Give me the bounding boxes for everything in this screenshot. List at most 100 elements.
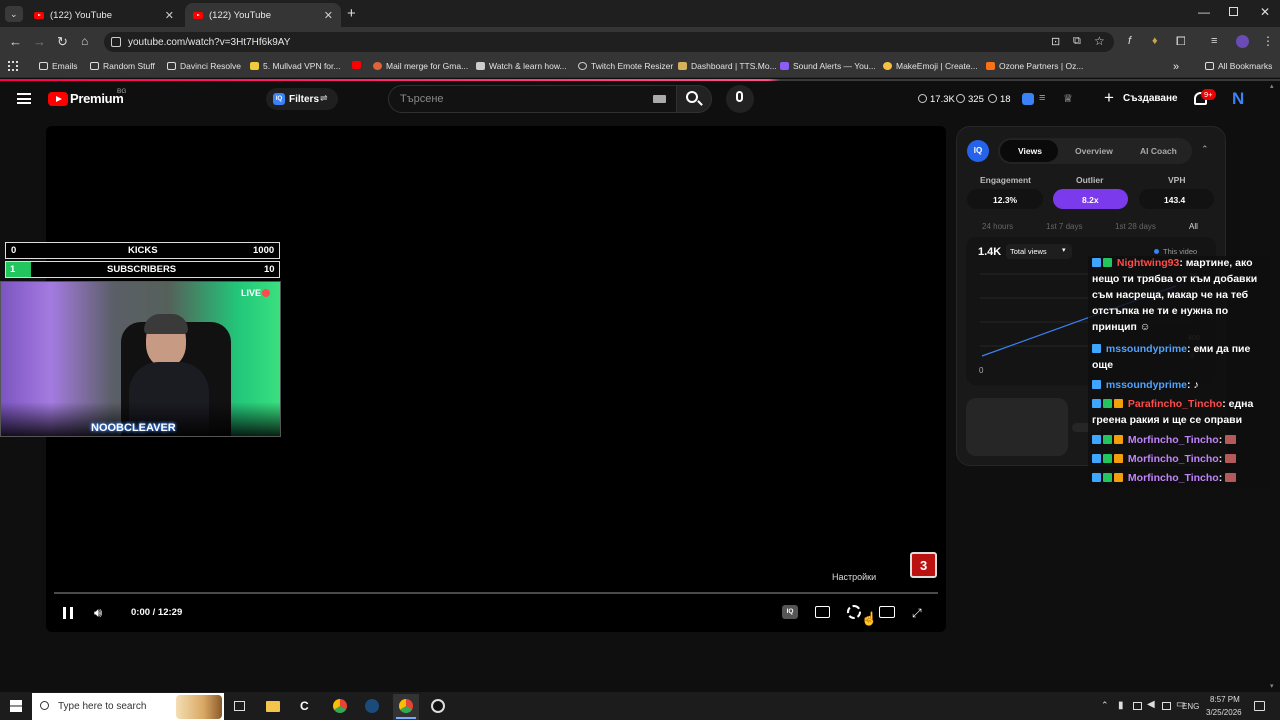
language-indicator[interactable]: ENG — [1182, 702, 1199, 711]
bookmark-emails[interactable]: Emails — [39, 61, 78, 71]
tray-network-icon[interactable] — [1162, 702, 1171, 710]
time-display: 0:00 / 12:29 — [131, 607, 183, 618]
collapse-chevron-icon[interactable]: ⌃ — [1201, 144, 1209, 155]
comments-icon — [988, 94, 997, 103]
windows-start-icon[interactable] — [10, 700, 22, 712]
task-view-icon[interactable] — [234, 701, 245, 711]
tts-icon — [678, 62, 687, 70]
range-24h[interactable]: 24 hours — [982, 222, 1013, 231]
channel-watermark[interactable]: 3 — [910, 552, 937, 578]
iq-player-icon[interactable]: IQ — [782, 605, 798, 619]
menu-icon[interactable]: ⋮ — [1262, 34, 1274, 48]
bookmark-twitch-emote[interactable]: Twitch Emote Resizer — [578, 61, 673, 71]
captions-icon[interactable] — [815, 606, 830, 618]
chrome-profile-icon[interactable] — [333, 699, 347, 713]
extension-fx-icon[interactable]: f — [1128, 35, 1131, 47]
tray-mic-icon[interactable]: ▮ — [1118, 700, 1124, 711]
close-tab-icon[interactable]: ✕ — [165, 9, 174, 22]
new-tab-button[interactable]: + — [347, 5, 356, 22]
pause-icon[interactable] — [63, 607, 73, 619]
back-icon[interactable]: ← — [9, 34, 22, 49]
steam-icon[interactable] — [365, 699, 379, 713]
bookmark-mullvad[interactable]: 5. Mullvad VPN for... — [250, 61, 340, 71]
clock-date[interactable]: 3/25/2026 — [1206, 708, 1242, 717]
chrome-alt-icon[interactable] — [431, 699, 445, 713]
cast-icon[interactable]: ⧉ — [1073, 35, 1081, 48]
tray-volume-icon[interactable]: ◀ — [1147, 699, 1155, 710]
close-window-button[interactable]: ✕ — [1260, 5, 1270, 19]
bookmark-mail-merge[interactable]: Mail merge for Gma... — [373, 61, 468, 71]
volume-icon[interactable]: 🔊︎ — [94, 605, 102, 621]
chat-message: Nightwing93: мартине, ако нещо ти трябва… — [1092, 255, 1268, 335]
translate-icon[interactable]: ⊡ — [1051, 35, 1060, 48]
bookmark-makeemoji[interactable]: MakeEmoji | Create... — [883, 61, 978, 71]
home-icon[interactable]: ⌂ — [81, 34, 88, 48]
restore-button[interactable] — [1229, 7, 1238, 16]
page-scrollbar-down[interactable]: ▾ — [1270, 682, 1274, 690]
bookmark-watch-learn[interactable]: Watch & learn how... — [476, 61, 567, 71]
hamburger-menu-icon[interactable] — [17, 93, 31, 104]
tab-2[interactable]: (122) YouTube ✕ — [185, 3, 341, 27]
app-c-icon[interactable]: C — [300, 699, 309, 713]
comments-count: 18 — [1000, 94, 1011, 105]
bookmark-ozone[interactable]: Ozone Partners | Oz... — [986, 61, 1083, 71]
chat-text: : — [1218, 453, 1223, 465]
extensions-icon[interactable]: ⧠ — [1176, 34, 1186, 49]
chat-badge-icon — [1092, 435, 1101, 444]
bookmark-davinci[interactable]: Davinci Resolve — [167, 61, 241, 71]
iq-tab-ai-coach[interactable]: AI Coach — [1140, 146, 1177, 156]
settings-gear-icon[interactable] — [847, 605, 861, 619]
likes-icon — [956, 94, 965, 103]
metric-vph-value: 143.4 — [1164, 195, 1186, 205]
iq-tab-views-label: Views — [1018, 146, 1042, 156]
premium-label: Premium — [70, 91, 124, 106]
progress-bar[interactable] — [54, 592, 938, 594]
search-input[interactable]: Търсене — [400, 93, 444, 105]
more-bookmarks-icon[interactable]: » — [1173, 61, 1179, 73]
chat-badge-icon — [1114, 435, 1123, 444]
reload-icon[interactable]: ↻ — [57, 34, 68, 50]
chat-username: Morfincho_Tincho — [1127, 472, 1219, 484]
bookmark-tts-dashboard[interactable]: Dashboard | TTS.Mo... — [678, 61, 777, 71]
notification-badge: 9+ — [1201, 89, 1216, 100]
extension-leaf-icon[interactable]: ♦ — [1152, 35, 1158, 47]
trophy-icon[interactable]: ♕ — [1063, 92, 1073, 105]
forward-icon[interactable]: → — [33, 34, 46, 49]
fullscreen-icon[interactable]: ⤢ — [912, 606, 922, 621]
file-explorer-icon[interactable] — [266, 701, 280, 712]
clock-time[interactable]: 8:57 PM — [1210, 695, 1240, 704]
range-7d[interactable]: 1st 7 days — [1046, 222, 1082, 231]
all-bookmarks[interactable]: All Bookmarks — [1205, 61, 1272, 71]
iq-toolbar-icon[interactable] — [1022, 93, 1034, 105]
account-avatar[interactable]: N — [1232, 89, 1244, 109]
streamer-name: NOOBCLEAVER — [91, 422, 176, 434]
tray-chevron-icon[interactable]: ⌃ — [1101, 700, 1109, 711]
iq-tab-overview[interactable]: Overview — [1075, 146, 1113, 156]
reading-list-icon[interactable]: ≡ — [1211, 35, 1217, 47]
bookmark-youtube[interactable] — [352, 61, 365, 69]
live-badge: LIVE — [241, 288, 262, 298]
profile-avatar[interactable] — [1236, 35, 1249, 48]
url-text[interactable]: youtube.com/watch?v=3Ht7Hf6k9AY — [128, 37, 290, 48]
theater-mode-icon[interactable] — [879, 606, 895, 618]
range-all[interactable]: All — [1189, 222, 1198, 231]
site-info-icon[interactable] — [111, 37, 121, 47]
chat-badge-icon — [1092, 399, 1101, 408]
bookmark-sound-alerts[interactable]: Sound Alerts — You... — [780, 61, 876, 71]
close-tab-icon[interactable]: ✕ — [324, 9, 333, 22]
subscribers-right: 10 — [264, 264, 275, 275]
list-icon[interactable]: ≡ — [1039, 92, 1045, 104]
bookmark-random-stuff[interactable]: Random Stuff — [90, 61, 155, 71]
notifications-center-icon[interactable] — [1254, 701, 1265, 711]
youtube-logo[interactable] — [48, 92, 68, 106]
chat-text: : — [1218, 472, 1223, 484]
apps-grid-icon[interactable] — [8, 61, 18, 71]
tab-1[interactable]: (122) YouTube ✕ — [26, 3, 182, 27]
keyboard-icon[interactable] — [653, 95, 666, 103]
webcam-feed — [0, 281, 281, 437]
minimize-button[interactable]: — — [1198, 5, 1210, 19]
page-scrollbar-up[interactable]: ▴ — [1270, 82, 1274, 90]
tray-display-icon[interactable] — [1133, 702, 1142, 710]
star-icon[interactable]: ☆ — [1094, 34, 1105, 48]
range-28d[interactable]: 1st 28 days — [1115, 222, 1156, 231]
